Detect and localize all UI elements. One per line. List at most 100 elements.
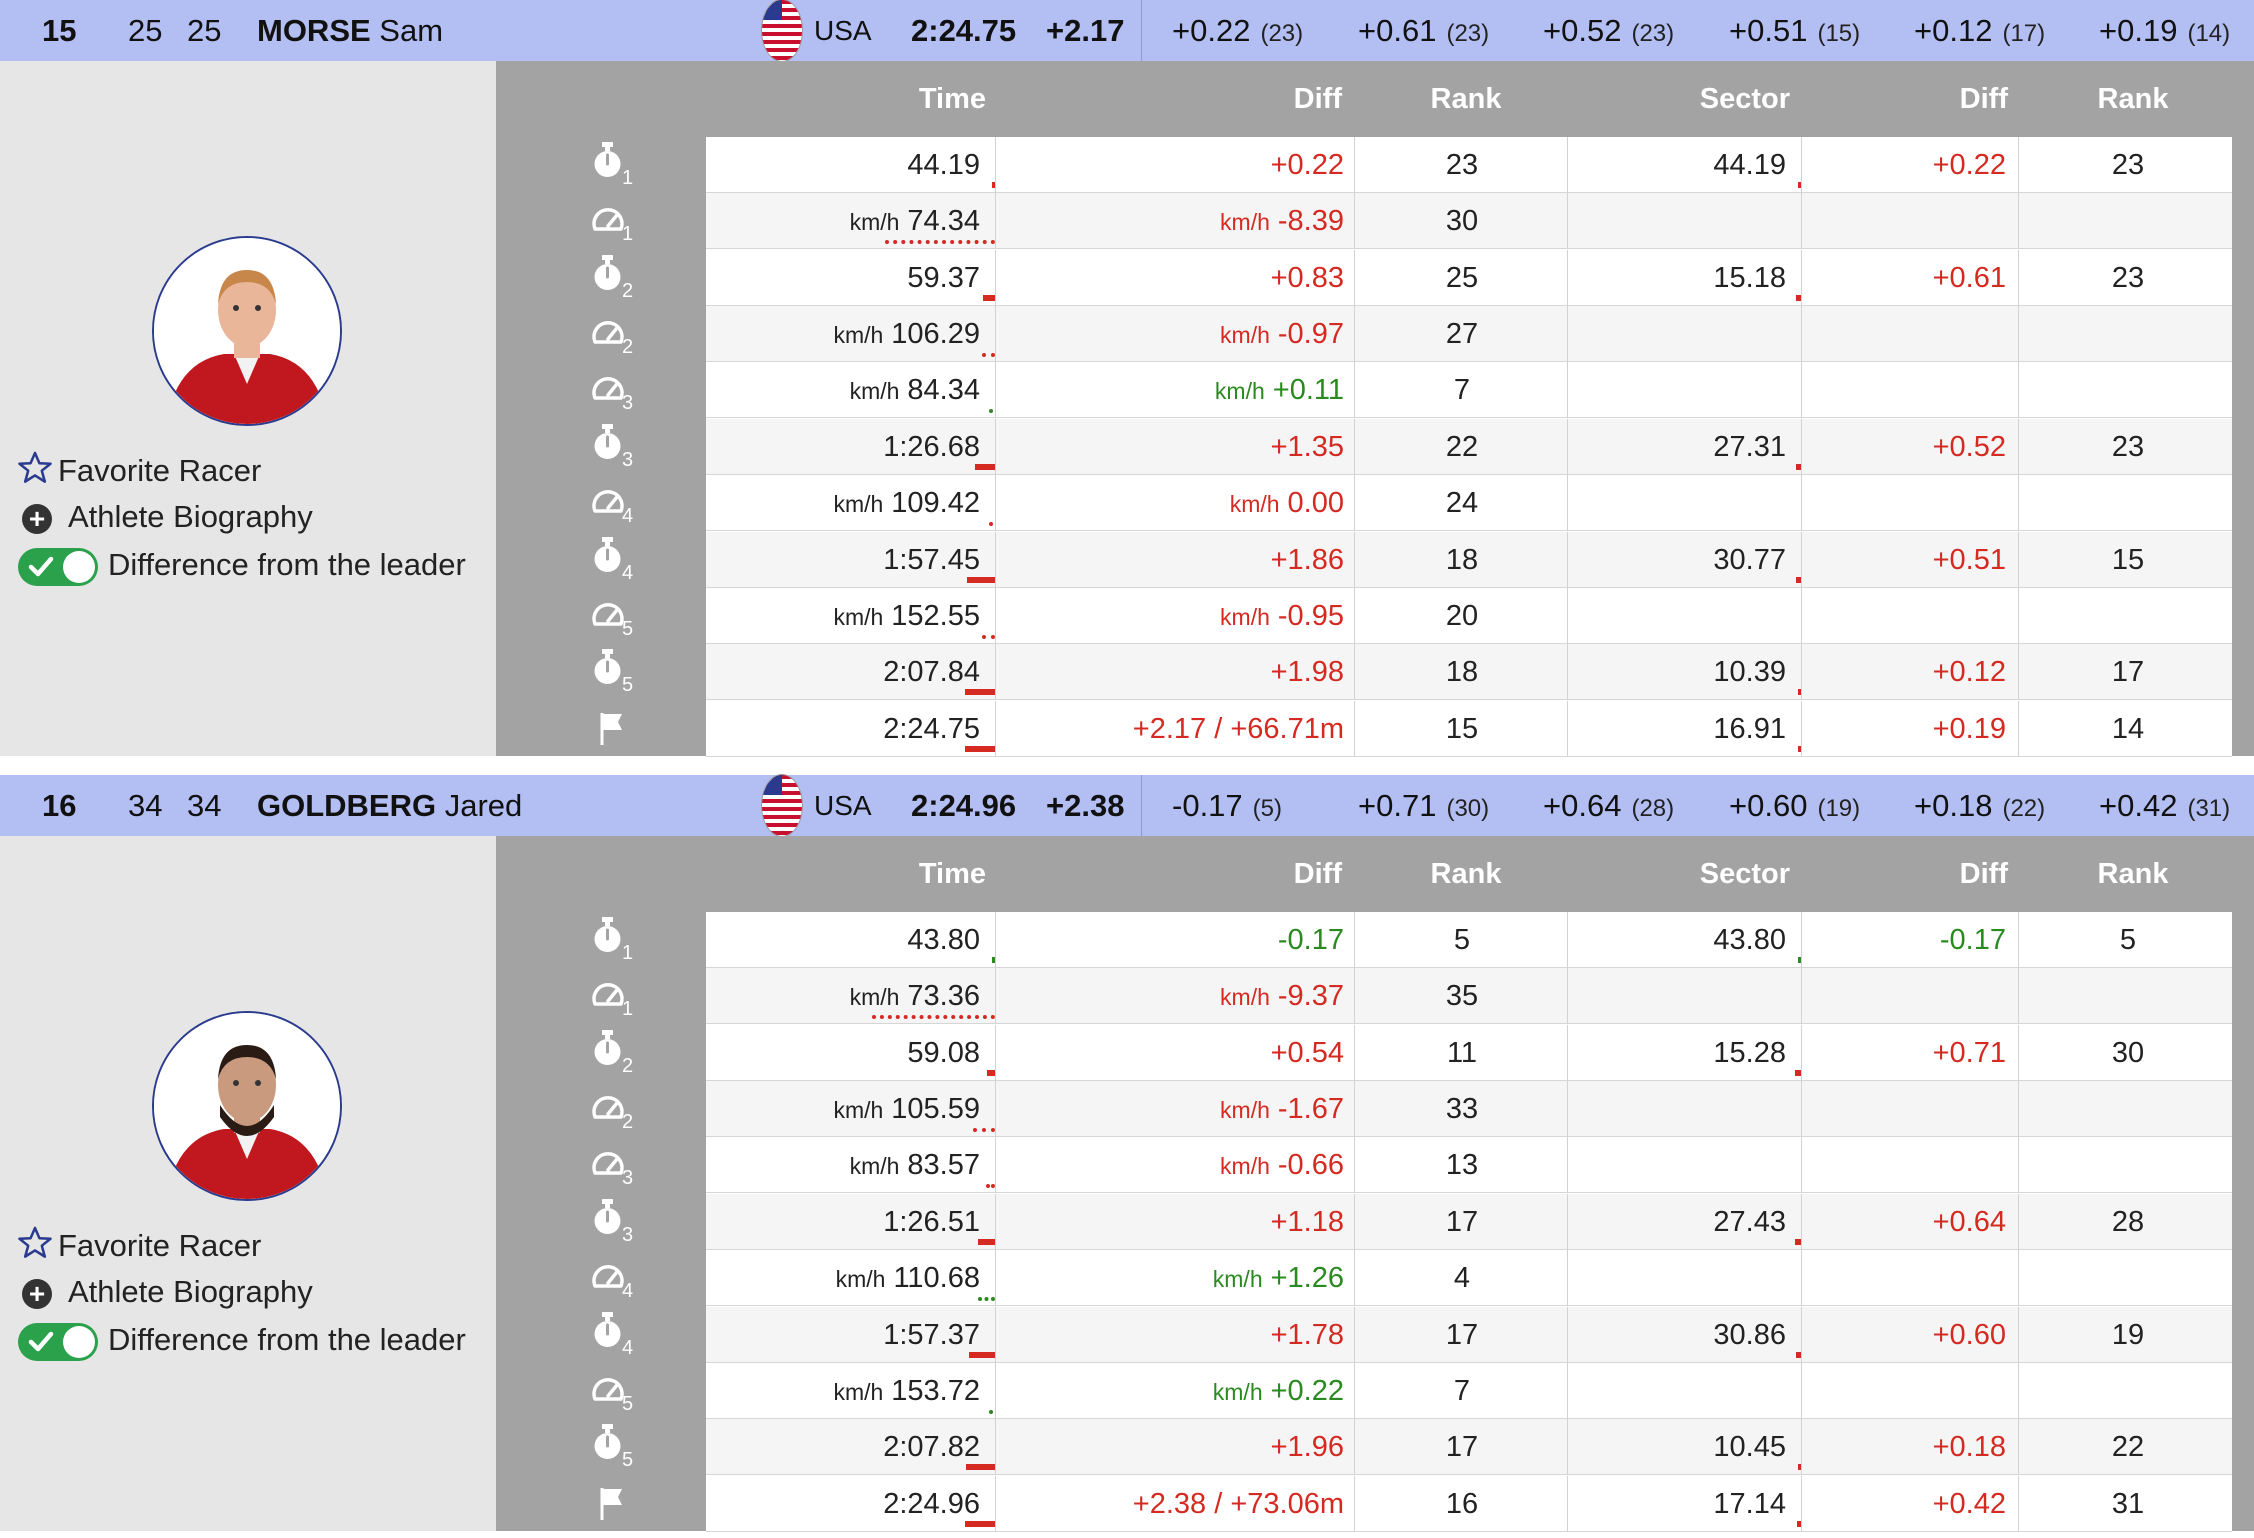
table-row: 1:57.45 +1.86 18 30.77 +0.51 15 [706, 531, 2232, 588]
racer-header[interactable]: 15 25 25 MORSE Sam USA 2:24.75 +2.17 +0.22 (23) +… [0, 0, 2254, 61]
time-cell: 43.80 [706, 912, 980, 968]
speed-unit: km/h [1220, 603, 1270, 630]
split-rank: (19) [1817, 795, 1861, 822]
column-divider [2018, 362, 2019, 419]
racer-name[interactable]: GOLDBERG Jared [257, 775, 522, 836]
diff-value: +1.26 [1270, 1262, 1344, 1295]
speed-unit: km/h [1212, 1378, 1263, 1405]
time-cell: 1:57.45 [706, 532, 980, 588]
leader-difference-toggle[interactable] [18, 547, 98, 586]
column-divider [995, 249, 996, 306]
column-divider [995, 968, 996, 1025]
svg-text:5: 5 [622, 1449, 633, 1471]
column-divider [995, 137, 996, 193]
leader-difference-toggle[interactable] [18, 1322, 98, 1361]
table-row: 59.08 +0.54 11 15.28 +0.71 30 [706, 1024, 2232, 1081]
column-divider [995, 1306, 996, 1363]
athlete-biography-link[interactable]: + Athlete Biography [22, 497, 313, 537]
diff-cell: +1.86 [1006, 532, 1344, 588]
split-diff: +0.22 [1172, 13, 1251, 48]
split-rank: (5) [1252, 795, 1283, 822]
speedometer-icon: 3 [584, 362, 644, 418]
table-row: km/h 152.55 km/h -0.95 20 [706, 587, 2232, 644]
rank-cell: 24 [1445, 487, 1479, 520]
sector-diff-cell: +0.51 [1932, 543, 2006, 576]
time-value: 1:26.68 [883, 430, 980, 463]
time-cell: km/h 106.29 [706, 306, 980, 362]
leader-difference-toggle-row[interactable]: Difference from the leader [18, 1320, 466, 1361]
split-summary: +0.12 (17) [1914, 0, 2045, 61]
diff-cell: +1.96 [1006, 1419, 1344, 1475]
diff-cell: km/h +1.26 [1006, 1250, 1344, 1306]
time-value: 106.29 [891, 318, 980, 351]
column-divider [1567, 968, 1568, 1025]
column-divider [995, 1419, 996, 1476]
speed-unit: km/h [1220, 1097, 1270, 1124]
total-time: 2:24.75 [911, 13, 1017, 48]
stopwatch-icon: 1 [584, 137, 644, 193]
stopwatch-icon: 5 [584, 644, 644, 700]
favorite-racer-label: Favorite Racer [58, 453, 262, 489]
sector-rank-cell: 22 [2111, 1431, 2145, 1464]
sector-diff-cell: +0.19 [1932, 712, 2006, 745]
speed-unit: km/h [833, 1097, 884, 1124]
split-rank: (28) [1631, 795, 1675, 822]
time-value: 2:07.84 [883, 656, 980, 689]
racer-card: 16 34 34 GOLDBERG Jared USA 2:24.96 +2.38 -0.17… [0, 775, 2254, 1532]
star-outline-icon [16, 1224, 54, 1272]
column-divider [1801, 968, 1802, 1025]
column-divider [2018, 968, 2019, 1025]
speed-indicator [989, 409, 995, 414]
stopwatch-icon: 3 [584, 419, 644, 475]
speed-unit: km/h [849, 984, 900, 1011]
column-divider [2018, 137, 2019, 193]
leader-difference-label: Difference from the leader [108, 547, 466, 582]
sector-cell: 44.19 [1713, 149, 1786, 181]
column-divider [2018, 644, 2019, 701]
column-divider [1354, 644, 1355, 701]
sector-diff-cell: +0.71 [1932, 1036, 2006, 1069]
column-divider [1801, 531, 1802, 588]
leader-difference-toggle-row[interactable]: Difference from the leader [18, 545, 466, 586]
sector-indicator [1795, 1238, 1801, 1245]
split-summary: +0.42 (31) [2099, 775, 2230, 836]
rank-cell: 17 [1445, 1205, 1479, 1238]
table-row: 2:07.84 +1.98 18 10.39 +0.12 17 [706, 644, 2232, 701]
table-row: 43.80 -0.17 5 43.80 -0.17 5 [706, 912, 2232, 968]
time-cell: km/h 83.57 [706, 1137, 980, 1193]
svg-text:1: 1 [622, 998, 633, 1020]
svg-text:3: 3 [622, 392, 633, 414]
split-summary: +0.71 (30) [1358, 775, 1489, 836]
profile-panel: Favorite Racer + Athlete Biography Differen… [0, 61, 496, 756]
rank-cell: 4 [1453, 1262, 1471, 1295]
favorite-racer-link[interactable]: Favorite Racer [16, 1224, 261, 1264]
speed-unit: km/h [835, 1266, 886, 1293]
rank-cell: 16 [1445, 1487, 1479, 1520]
diff-cell: km/h +0.22 [1006, 1363, 1344, 1419]
table-row: 1:26.51 +1.18 17 27.43 +0.64 28 [706, 1193, 2232, 1250]
athlete-biography-link[interactable]: + Athlete Biography [22, 1272, 313, 1312]
svg-text:3: 3 [622, 1167, 633, 1189]
time-indicator [983, 294, 995, 301]
racer-name[interactable]: MORSE Sam [257, 0, 443, 61]
country-code: USA [814, 790, 872, 821]
racer-first-name: Jared [436, 788, 523, 823]
column-divider [2018, 418, 2019, 475]
speed-unit: km/h [849, 1153, 900, 1180]
favorite-racer-link[interactable]: Favorite Racer [16, 449, 261, 489]
split-summary: +0.60 (19) [1729, 775, 1860, 836]
column-divider [2018, 912, 2019, 968]
plus-circle-icon: + [22, 503, 52, 534]
speed-indicator [872, 1015, 995, 1020]
check-icon [28, 1327, 54, 1367]
diff-value: -8.39 [1277, 205, 1344, 238]
stopwatch-icon: 5 [584, 1419, 644, 1475]
svg-text:3: 3 [622, 1224, 633, 1246]
diff-cell: km/h -0.97 [1006, 306, 1344, 362]
speedometer-icon: 1 [584, 193, 644, 249]
racer-header[interactable]: 16 34 34 GOLDBERG Jared USA 2:24.96 +2.38 -0.17… [0, 775, 2254, 836]
sector-diff-cell: +0.42 [1932, 1487, 2006, 1520]
athlete-biography-label: Athlete Biography [68, 1274, 313, 1309]
leader-difference-label: Difference from the leader [108, 1322, 466, 1357]
column-divider [1801, 362, 1802, 419]
